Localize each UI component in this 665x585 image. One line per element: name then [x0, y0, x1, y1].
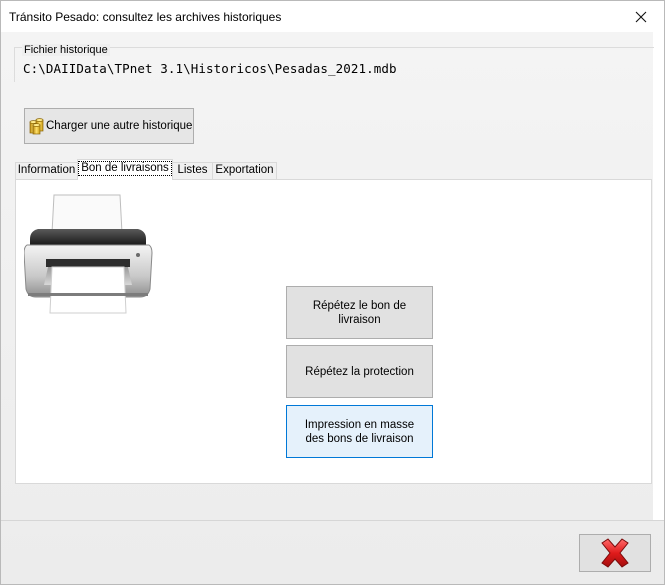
close-icon [635, 11, 647, 22]
tab-bon-de-livraisons-label: Bon de livraisons [78, 161, 172, 176]
history-file-path: C:\DAIIData\TPnet 3.1\Historicos\Pesadas… [23, 61, 397, 76]
title-bar[interactable]: Tránsito Pesado: consultez les archives … [1, 1, 664, 32]
tab-exportation[interactable]: Exportation [212, 162, 277, 179]
close-button[interactable] [618, 1, 664, 32]
tab-panel-bon-de-livraisons: Répétez le bon de livraison Répétez la p… [15, 179, 652, 484]
mass-print-delivery-notes-label: Impression en masse des bons de livraiso… [304, 418, 415, 445]
load-history-label: Charger une autre historique [46, 120, 193, 132]
database-icon [29, 118, 44, 135]
printer-icon [24, 194, 153, 314]
tab-listes[interactable]: Listes [172, 162, 213, 179]
scroll-strip [653, 32, 664, 520]
window-title: Tránsito Pesado: consultez les archives … [9, 10, 282, 24]
tab-exportation-label: Exportation [215, 164, 274, 176]
red-x-icon [601, 538, 629, 568]
repeat-protection-label: Répétez la protection [305, 365, 414, 378]
footer-separator [1, 520, 664, 521]
tab-listes-label: Listes [177, 164, 208, 176]
tab-bon-de-livraisons[interactable]: Bon de livraisons [77, 159, 173, 180]
repeat-protection-button[interactable]: Répétez la protection [286, 345, 433, 398]
mass-print-delivery-notes-button[interactable]: Impression en masse des bons de livraiso… [286, 405, 433, 458]
history-file-label: Fichier historique [22, 44, 110, 56]
app-window: Tránsito Pesado: consultez les archives … [0, 0, 665, 585]
tab-information-label: Information [17, 164, 76, 176]
client-area: Fichier historique C:\DAIIData\TPnet 3.1… [1, 32, 664, 584]
repeat-delivery-note-button[interactable]: Répétez le bon de livraison [286, 286, 433, 339]
repeat-delivery-note-label: Répétez le bon de livraison [312, 299, 407, 326]
load-history-button[interactable]: Charger une autre historique [24, 108, 194, 144]
tab-information[interactable]: Information [15, 162, 78, 179]
exit-button[interactable] [579, 534, 651, 572]
